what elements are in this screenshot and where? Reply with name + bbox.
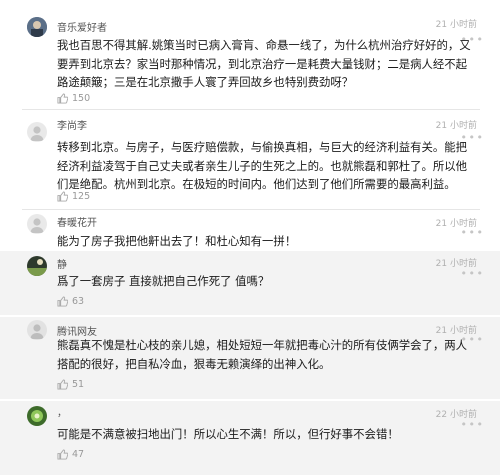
thumb-up-icon	[57, 296, 68, 307]
timestamp: 21 小时前	[435, 20, 477, 30]
username[interactable]: 静	[57, 256, 67, 271]
comment-card: 春暖花开 21 小时前 • • • 能为了房子我把他鼾出去了！和杜心知有一拼！	[0, 209, 500, 251]
timestamp: 21 小时前	[435, 121, 477, 131]
default-avatar-icon	[27, 214, 47, 234]
avatar[interactable]	[27, 122, 47, 142]
comment-card: 静 21 小时前 • • • 爲了一套房子 直接就把自己作死了 值嗎？ 63	[0, 251, 500, 315]
comment-text: 转移到北京。与房子，与医疗赔偿款，与偷换真相，与巨大的经济利益有关。能把经济利益…	[57, 140, 468, 191]
like-button[interactable]: 63	[57, 296, 84, 307]
username[interactable]: 音乐爱好者	[57, 19, 107, 34]
like-button[interactable]: 125	[57, 191, 90, 202]
avatar-image	[27, 17, 47, 37]
thumb-up-icon	[57, 449, 68, 460]
comment-card: 腾讯网友 21 小时前 • • • 熊磊真不愧是杜心枝的亲儿媳，相处短短一年就把…	[0, 317, 500, 399]
like-button[interactable]: 51	[57, 379, 84, 390]
avatar[interactable]	[27, 320, 47, 340]
avatar[interactable]	[27, 17, 47, 37]
comment-text: 爲了一套房子 直接就把自己作死了 值嗎？	[57, 274, 270, 288]
like-count: 150	[72, 93, 91, 104]
avatar-image	[27, 256, 47, 276]
username[interactable]: 李尚李	[57, 117, 87, 132]
avatar[interactable]	[27, 406, 47, 426]
avatar[interactable]	[27, 214, 47, 234]
comment-card: ， 22 小时前 • • • 可能是不满意被扫地出门！所以心生不满！所以，但行好…	[0, 401, 500, 475]
like-button[interactable]: 47	[57, 449, 84, 460]
comment-card: 音乐爱好者 21 小时前 • • • 我也百思不得其解.姚策当时已病入膏肓、命悬…	[0, 0, 500, 109]
username[interactable]: 春暖花开	[57, 214, 97, 229]
avatar-image	[27, 406, 47, 426]
thumb-up-icon	[57, 379, 68, 390]
comment-text: 能为了房子我把他鼾出去了！和杜心知有一拼！	[57, 234, 297, 248]
comment-card: 李尚李 21 小时前 • • • 转移到北京。与房子，与医疗赔偿款，与偷换真相，…	[0, 109, 500, 209]
like-button[interactable]: 150	[57, 93, 90, 104]
thumb-up-icon	[57, 191, 68, 202]
like-count: 125	[72, 191, 91, 202]
comment-text: 熊磊真不愧是杜心枝的亲儿媳，相处短短一年就把毒心汁的所有伎俩学会了，两人搭配的很…	[57, 338, 468, 371]
comment-text: 可能是不满意被扫地出门！所以心生不满！所以，但行好事不会错！	[57, 427, 399, 441]
comment-text: 我也百思不得其解.姚策当时已病入膏肓、命悬一线了，为什么杭州治疗好好的，又要弄到…	[57, 38, 471, 89]
like-count: 47	[72, 449, 85, 460]
default-avatar-icon	[27, 320, 47, 340]
like-count: 51	[72, 379, 85, 390]
username[interactable]: ，	[57, 404, 67, 419]
thumb-up-icon	[57, 93, 68, 104]
avatar[interactable]	[27, 256, 47, 276]
default-avatar-icon	[27, 122, 47, 142]
like-count: 63	[72, 296, 85, 307]
